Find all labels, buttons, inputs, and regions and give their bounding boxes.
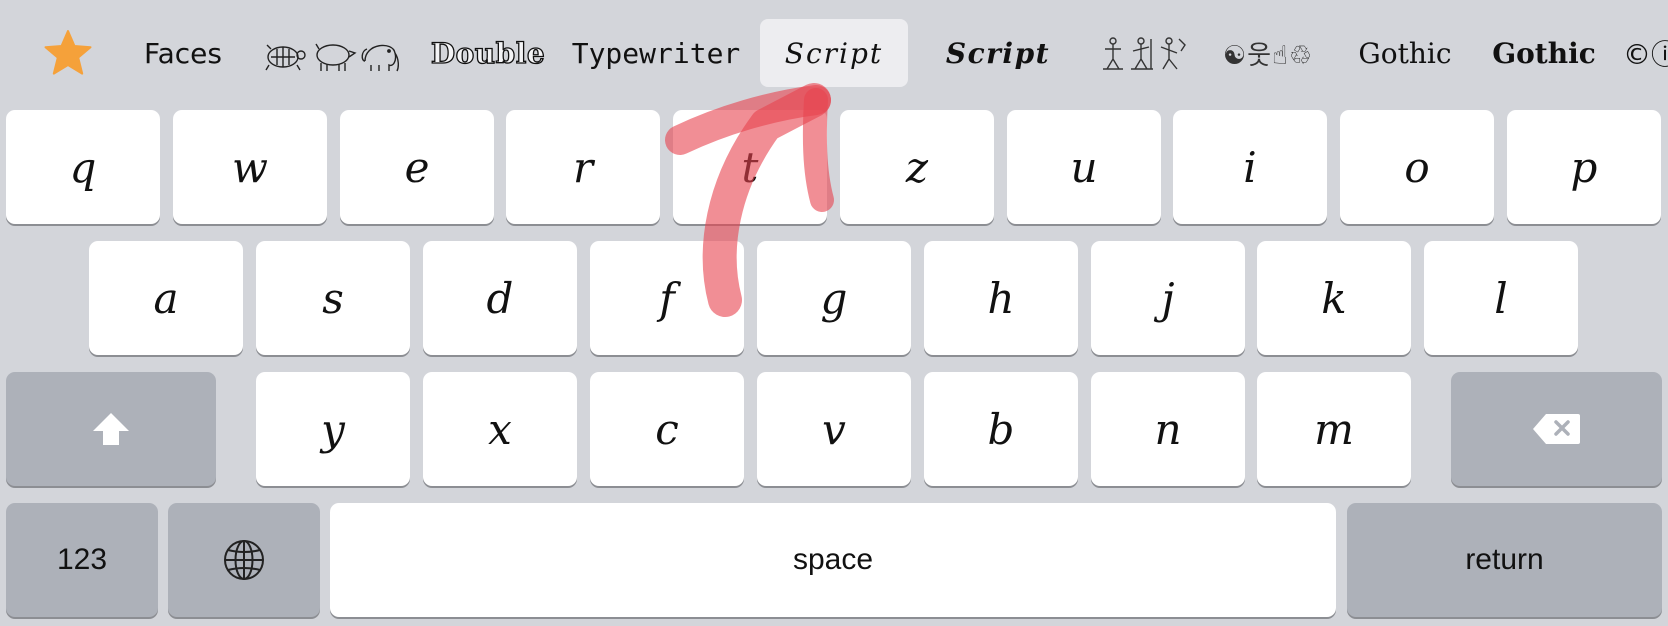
font-faces-button[interactable]: Faces (128, 19, 238, 87)
font-script-button[interactable]: Script (760, 19, 908, 87)
key-label: e (404, 142, 430, 192)
key-q[interactable]: q (6, 110, 160, 224)
key-label: r (572, 142, 594, 192)
key-label: w (232, 142, 268, 192)
favorites-star-button[interactable] (36, 19, 100, 87)
key-y[interactable]: y (256, 372, 410, 486)
key-j[interactable]: j (1091, 241, 1245, 355)
key-label: a (153, 273, 179, 323)
space-key-label: space (792, 543, 874, 576)
font-typewriter-label: Typewriter (571, 36, 741, 70)
key-c[interactable]: c (590, 372, 744, 486)
key-v[interactable]: v (757, 372, 911, 486)
key-h[interactable]: h (924, 241, 1078, 355)
globe-key[interactable] (168, 503, 320, 617)
symbol-glyphs-icon: ☯웃☝♲ (1222, 40, 1314, 71)
shift-arrow-icon (93, 413, 129, 445)
font-gothic-bold-label: Gothic (1492, 36, 1596, 70)
font-animals-button[interactable] (258, 19, 404, 87)
key-label: g (820, 273, 848, 323)
key-label: j (1161, 273, 1175, 323)
key-t[interactable]: t (673, 110, 827, 224)
key-label: c (655, 404, 679, 454)
font-style-bar: Faces Double Typewriter Script Script ☯웃… (0, 0, 1668, 104)
globe-icon (224, 540, 264, 580)
shift-key[interactable] (6, 372, 216, 486)
key-n[interactable]: n (1091, 372, 1245, 486)
key-k[interactable]: k (1257, 241, 1411, 355)
return-key[interactable]: return (1347, 503, 1662, 617)
key-g[interactable]: g (757, 241, 911, 355)
key-label: f (659, 273, 675, 323)
key-label: s (322, 273, 344, 323)
key-z[interactable]: z (840, 110, 994, 224)
key-label: t (741, 142, 759, 192)
font-gothic-bold-button[interactable]: Gothic (1476, 19, 1612, 87)
key-label: h (987, 273, 1015, 323)
font-gothic-button[interactable]: Gothic (1342, 19, 1468, 87)
return-key-label: return (1465, 543, 1544, 576)
key-label: b (987, 404, 1015, 454)
key-label: d (486, 273, 514, 323)
font-circled-button[interactable]: ©ⓘ (1616, 19, 1668, 87)
key-label: o (1404, 142, 1430, 192)
key-label: i (1243, 142, 1257, 192)
font-gothic-label: Gothic (1358, 36, 1452, 70)
numbers-key[interactable]: 123 (6, 503, 158, 617)
key-i[interactable]: i (1173, 110, 1327, 224)
key-label: x (488, 404, 512, 454)
key-label: k (1321, 273, 1347, 323)
font-double-button[interactable]: Double (430, 19, 546, 87)
key-l[interactable]: l (1424, 241, 1578, 355)
font-circled-label: ©ⓘ (1622, 38, 1668, 71)
key-e[interactable]: e (340, 110, 494, 224)
numbers-key-label: 123 (56, 543, 108, 576)
key-m[interactable]: m (1257, 372, 1411, 486)
key-f[interactable]: f (590, 241, 744, 355)
font-hieroglyphs-button[interactable] (1100, 19, 1192, 87)
key-p[interactable]: p (1507, 110, 1661, 224)
key-a[interactable]: a (89, 241, 243, 355)
keyboard: Faces Double Typewriter Script Script ☯웃… (0, 0, 1668, 626)
key-label: u (1070, 142, 1098, 192)
font-typewriter-button[interactable]: Typewriter (571, 19, 741, 87)
key-s[interactable]: s (256, 241, 410, 355)
key-x[interactable]: x (423, 372, 577, 486)
key-b[interactable]: b (924, 372, 1078, 486)
hieroglyph-glyphs-icon (1103, 37, 1186, 70)
key-r[interactable]: r (506, 110, 660, 224)
key-o[interactable]: o (1340, 110, 1494, 224)
key-label: p (1570, 142, 1598, 192)
key-w[interactable]: w (173, 110, 327, 224)
font-script-label: Script (784, 36, 884, 70)
font-script-bold-label: Script (945, 36, 1051, 70)
key-d[interactable]: d (423, 241, 577, 355)
key-u[interactable]: u (1007, 110, 1161, 224)
font-faces-label: Faces (144, 36, 222, 70)
key-label: m (1314, 404, 1354, 454)
animal-glyphs-icon (265, 43, 400, 72)
star-icon (44, 30, 92, 75)
space-key[interactable]: space (330, 503, 1336, 617)
key-label: v (822, 404, 846, 454)
key-label: n (1154, 404, 1182, 454)
key-label: z (905, 142, 929, 192)
key-label: l (1494, 273, 1508, 323)
key-label: q (69, 142, 97, 192)
font-symbols-button[interactable]: ☯웃☝♲ (1222, 19, 1314, 87)
font-script-bold-button[interactable]: Script (930, 19, 1066, 87)
key-label: y (321, 404, 345, 454)
font-double-label: Double (430, 36, 546, 70)
backspace-icon (1532, 414, 1580, 444)
delete-key[interactable] (1451, 372, 1662, 486)
